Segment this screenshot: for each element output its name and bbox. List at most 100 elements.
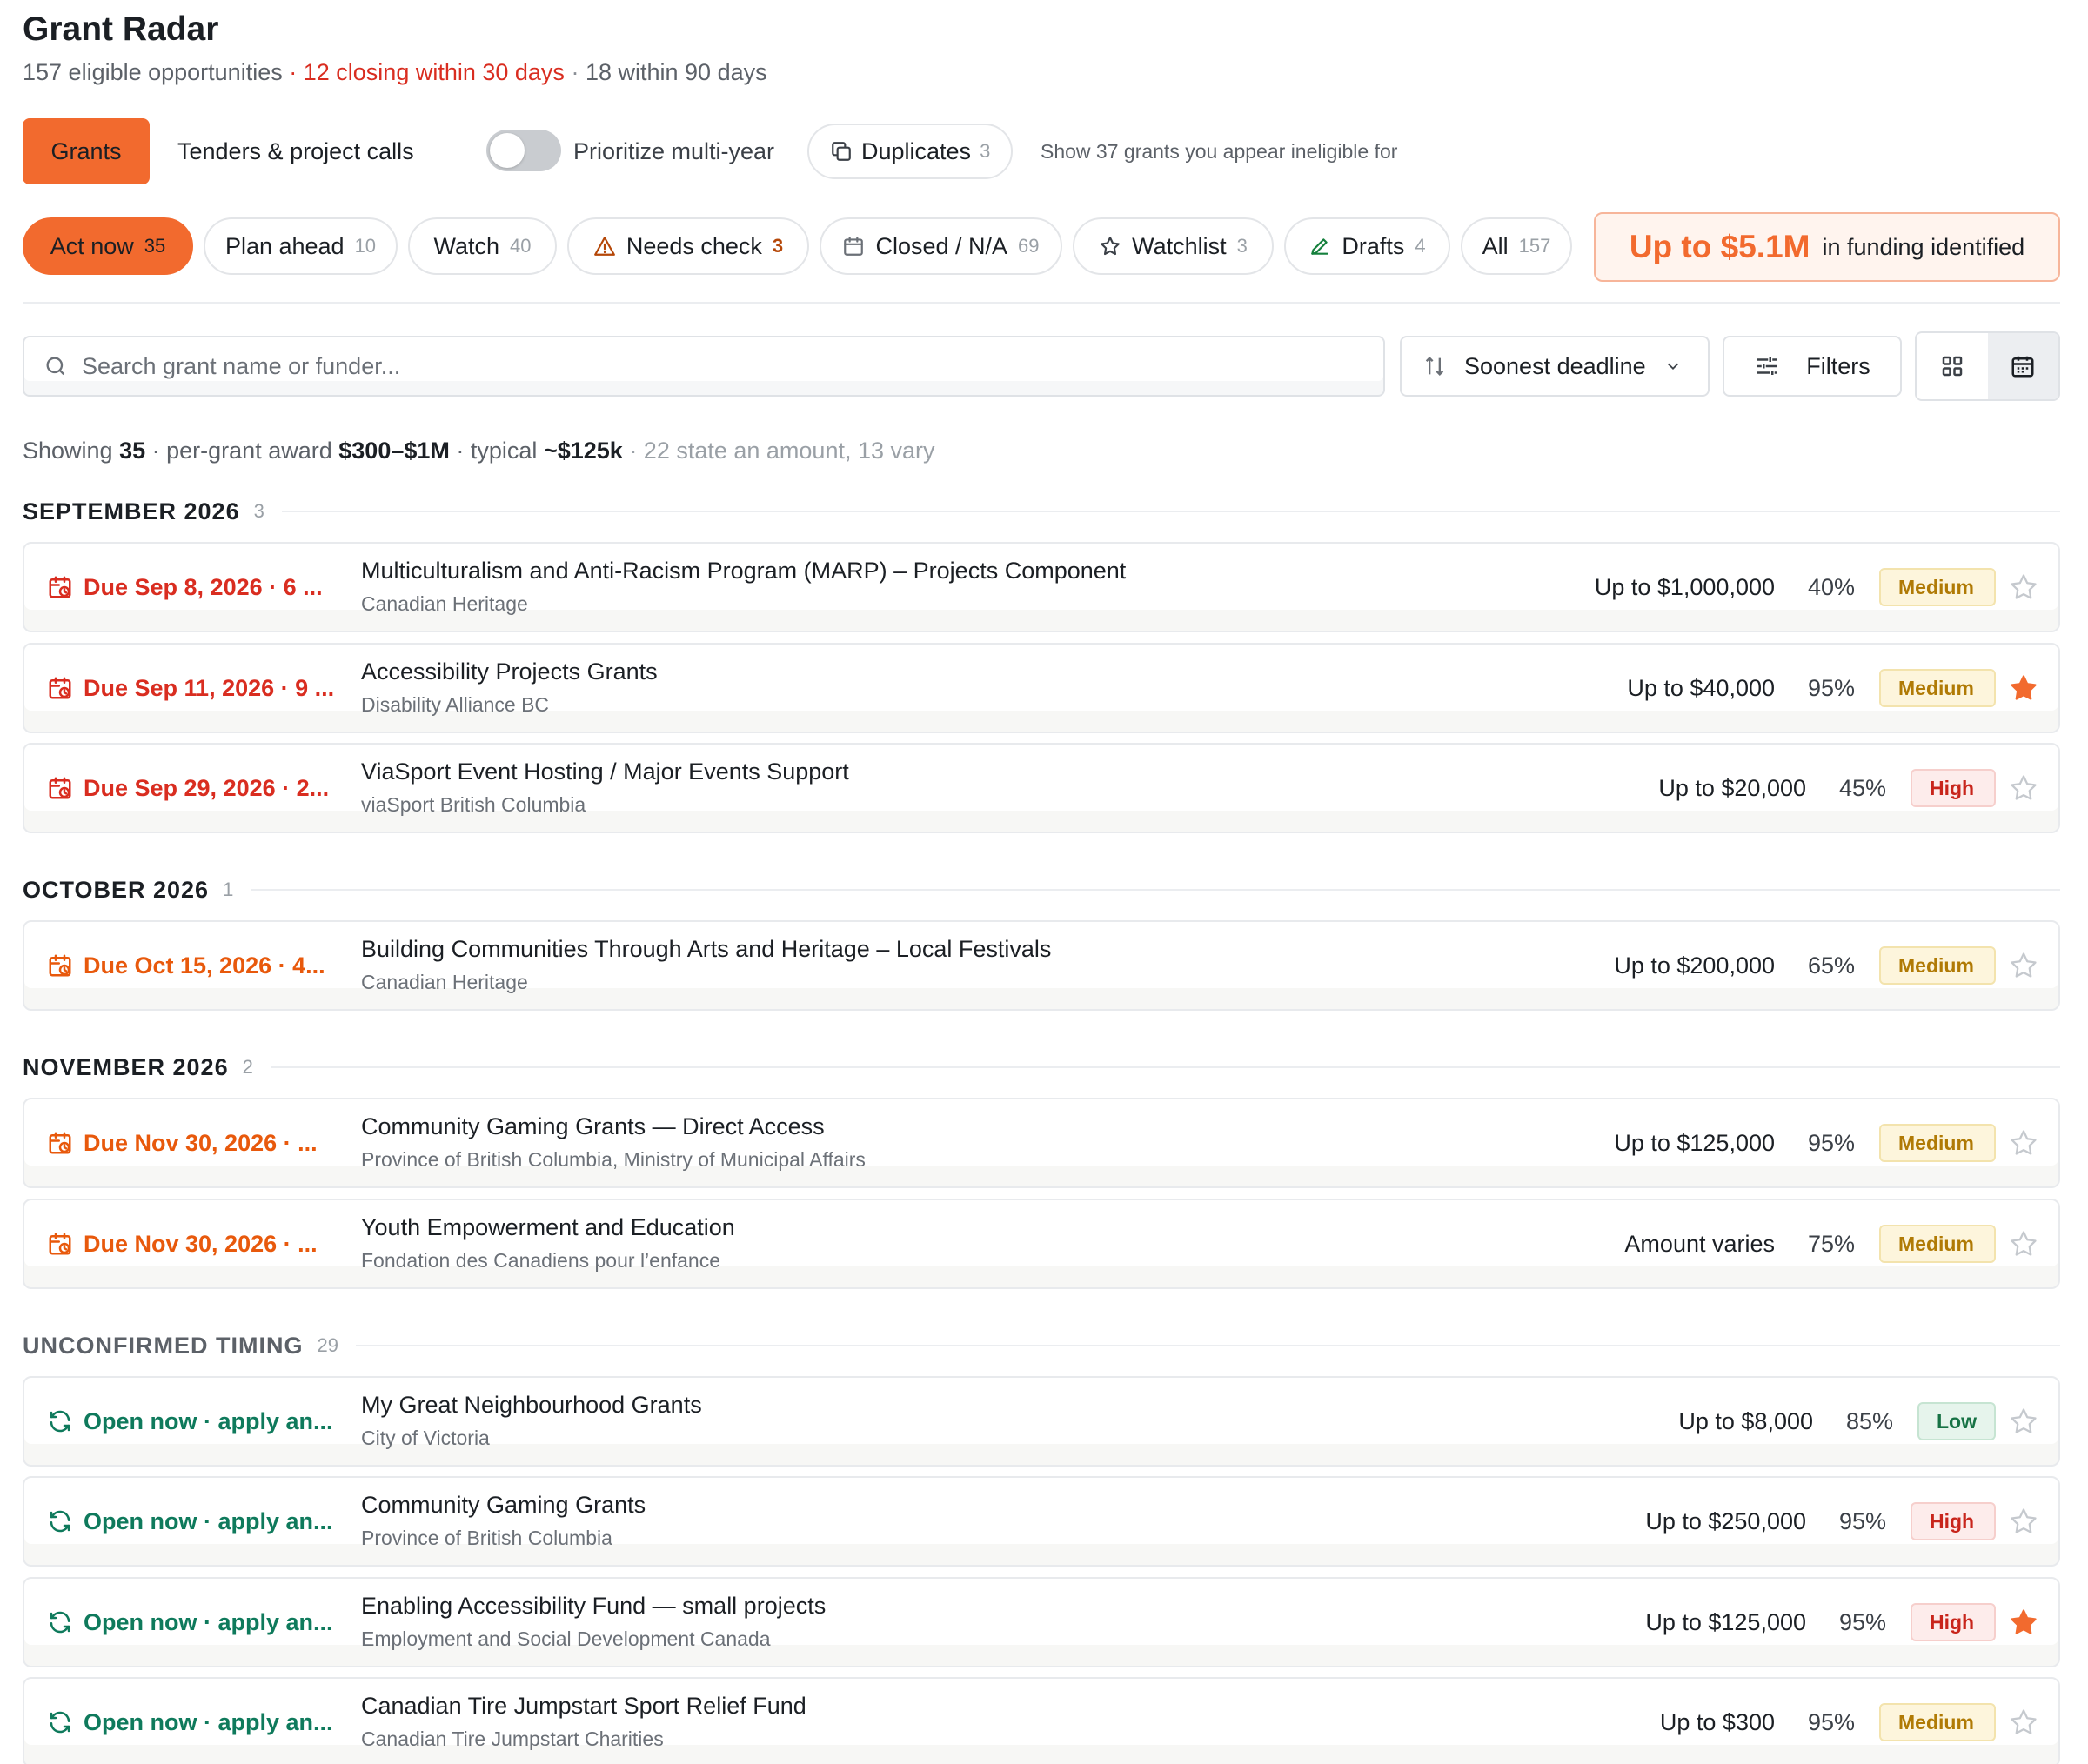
grant-name[interactable]: Community Gaming Grants — Direct Access xyxy=(361,1113,825,1140)
grant-name[interactable]: Building Communities Through Arts and He… xyxy=(361,936,1051,963)
showing-count: 35 xyxy=(119,438,146,464)
tab-watchlist[interactable]: Watchlist 3 xyxy=(1073,217,1274,275)
calendar-clock-icon xyxy=(49,777,71,799)
deadline: Open now · apply an... xyxy=(47,1478,360,1565)
grant-name[interactable]: Community Gaming Grants xyxy=(361,1492,646,1519)
grant-card[interactable]: Open now · apply an... My Great Neighbour… xyxy=(23,1376,2060,1467)
match-percent: 95% xyxy=(1838,1608,1886,1635)
section-divider xyxy=(281,511,2060,512)
funder-name: Employment and Social Development Canada xyxy=(361,1627,771,1650)
match-percent: 95% xyxy=(1807,674,1855,701)
grant-card[interactable]: Open now · apply an... Canadian Tire Jump… xyxy=(23,1677,2060,1764)
search-input[interactable] xyxy=(82,352,1343,380)
funder-name: viaSport British Columbia xyxy=(361,793,586,816)
grant-card[interactable]: Open now · apply an... Community Gaming G… xyxy=(23,1476,2060,1567)
tab-count: 35 xyxy=(144,235,166,257)
funding-label: in funding identified xyxy=(1822,233,2025,260)
star-outline-icon[interactable] xyxy=(2008,1228,2039,1260)
tab-count: 10 xyxy=(354,235,377,257)
award-amount: Amount varies xyxy=(1624,1230,1775,1257)
calendar-icon xyxy=(2011,356,2034,378)
star-outline-icon[interactable] xyxy=(2008,772,2039,804)
star-filled-icon[interactable] xyxy=(2008,672,2039,704)
refresh-icon xyxy=(50,1611,70,1634)
filters-label: Filters xyxy=(1806,352,1870,379)
grants-button[interactable]: Grants xyxy=(23,118,150,184)
filters-button[interactable]: Filters xyxy=(1723,336,1902,397)
funder-name: Province of British Columbia, Ministry o… xyxy=(361,1148,866,1171)
duplicates-count: 3 xyxy=(980,140,991,162)
multi-year-toggle-label: Prioritize multi-year xyxy=(573,137,775,164)
page-title: Grant Radar xyxy=(23,10,219,48)
search-box[interactable] xyxy=(23,336,1385,397)
tab-closed-n-a[interactable]: Closed / N/A 69 xyxy=(820,217,1062,275)
deadline: Due Oct 15, 2026 · 4... xyxy=(47,922,360,1009)
calendar-view-button[interactable] xyxy=(1987,333,2058,399)
grant-name[interactable]: Multiculturalism and Anti-Racism Program… xyxy=(361,558,1126,585)
chevron-down-icon xyxy=(1667,363,1678,371)
deadline-text: Due Sep 8, 2026 · 6 ... xyxy=(84,573,323,600)
sort-dropdown[interactable]: Soonest deadline xyxy=(1400,336,1710,397)
funder-name: Canadian Tire Jumpstart Charities xyxy=(361,1727,664,1750)
deadline-text: Due Oct 15, 2026 · 4... xyxy=(84,952,325,979)
grant-name[interactable]: Canadian Tire Jumpstart Sport Relief Fun… xyxy=(361,1693,806,1720)
award-amount: Up to $40,000 xyxy=(1627,674,1775,701)
tab-plan-ahead[interactable]: Plan ahead 10 xyxy=(204,217,398,275)
tab-needs-check[interactable]: Needs check 3 xyxy=(567,217,809,275)
star-outline-icon[interactable] xyxy=(2008,1127,2039,1159)
priority-badge: High xyxy=(1911,1603,1996,1641)
tab-act-now[interactable]: Act now 35 xyxy=(23,217,193,275)
section-count: 1 xyxy=(223,879,234,900)
award-range: $300–$1M xyxy=(338,438,450,464)
funder-name: Fondation des Canadiens pour l’enfance xyxy=(361,1249,721,1272)
award-amount: Up to $250,000 xyxy=(1645,1507,1806,1534)
grant-name[interactable]: ViaSport Event Hosting / Major Events Su… xyxy=(361,758,849,785)
tab-drafts[interactable]: Drafts 4 xyxy=(1284,217,1450,275)
show-ineligible-link[interactable]: Show 37 grants you appear ineligible for xyxy=(1041,118,1397,184)
grant-card[interactable]: Due Sep 11, 2026 · 9 ... Accessibility Pr… xyxy=(23,643,2060,733)
grant-card[interactable]: Open now · apply an... Enabling Accessibi… xyxy=(23,1577,2060,1667)
grant-name[interactable]: My Great Neighbourhood Grants xyxy=(361,1392,702,1419)
funding-amount: Up to $5.1M xyxy=(1629,229,1810,264)
award-amount: Up to $8,000 xyxy=(1678,1407,1813,1434)
tab-watch[interactable]: Watch 40 xyxy=(408,217,557,275)
toggle-knob xyxy=(490,133,525,168)
deadline: Open now · apply an... xyxy=(47,1378,360,1465)
multi-year-toggle[interactable] xyxy=(486,130,561,171)
grant-name[interactable]: Enabling Accessibility Fund — small proj… xyxy=(361,1593,826,1620)
type-toolbar: Grants Tenders & project calls Prioritiz… xyxy=(23,118,2060,184)
grant-name[interactable]: Accessibility Projects Grants xyxy=(361,658,658,685)
award-label: · per-grant award xyxy=(151,438,332,464)
tab-label: Watch xyxy=(433,232,500,259)
star-filled-icon[interactable] xyxy=(2008,1607,2039,1638)
closing-30-count: 12 closing within 30 days xyxy=(303,59,565,85)
grid-view-button[interactable] xyxy=(1917,333,1988,399)
section-header: UNCONFIRMED TIMING 29 xyxy=(23,1328,2060,1363)
amount-note: · 22 state an amount, 13 vary xyxy=(629,438,935,464)
star-outline-icon[interactable] xyxy=(2008,950,2039,981)
tab-label: Act now xyxy=(50,232,134,259)
showing-label: Showing xyxy=(23,438,113,464)
star-outline-icon[interactable] xyxy=(2008,1406,2039,1437)
star-outline-icon[interactable] xyxy=(2008,1707,2039,1738)
duplicates-button[interactable]: Duplicates 3 xyxy=(807,124,1014,179)
star-outline-icon[interactable] xyxy=(2008,571,2039,603)
section-title: UNCONFIRMED TIMING xyxy=(23,1332,304,1359)
tab-count: 4 xyxy=(1415,235,1426,257)
refresh-icon xyxy=(50,1410,70,1433)
section-title: OCTOBER 2026 xyxy=(23,876,210,903)
deadline: Due Nov 30, 2026 · ... xyxy=(47,1099,360,1186)
grant-card[interactable]: Due Oct 15, 2026 · 4... Building Communit… xyxy=(23,920,2060,1011)
tab-all[interactable]: All 157 xyxy=(1461,217,1572,275)
deadline-text: Open now · apply an... xyxy=(84,1507,333,1534)
section-divider xyxy=(251,889,2060,891)
tab-label: Drafts xyxy=(1342,232,1405,259)
grant-card[interactable]: Due Sep 8, 2026 · 6 ... Multiculturalism … xyxy=(23,542,2060,632)
grant-card[interactable]: Due Nov 30, 2026 · ... Youth Empowerment … xyxy=(23,1199,2060,1289)
tenders-button[interactable]: Tenders & project calls xyxy=(177,118,414,184)
grant-name[interactable]: Youth Empowerment and Education xyxy=(361,1214,735,1241)
grid-icon xyxy=(1942,356,1962,377)
grant-card[interactable]: Due Sep 29, 2026 · 2... ViaSport Event Ho… xyxy=(23,743,2060,833)
grant-card[interactable]: Due Nov 30, 2026 · ... Community Gaming G… xyxy=(23,1098,2060,1188)
star-outline-icon[interactable] xyxy=(2008,1506,2039,1537)
